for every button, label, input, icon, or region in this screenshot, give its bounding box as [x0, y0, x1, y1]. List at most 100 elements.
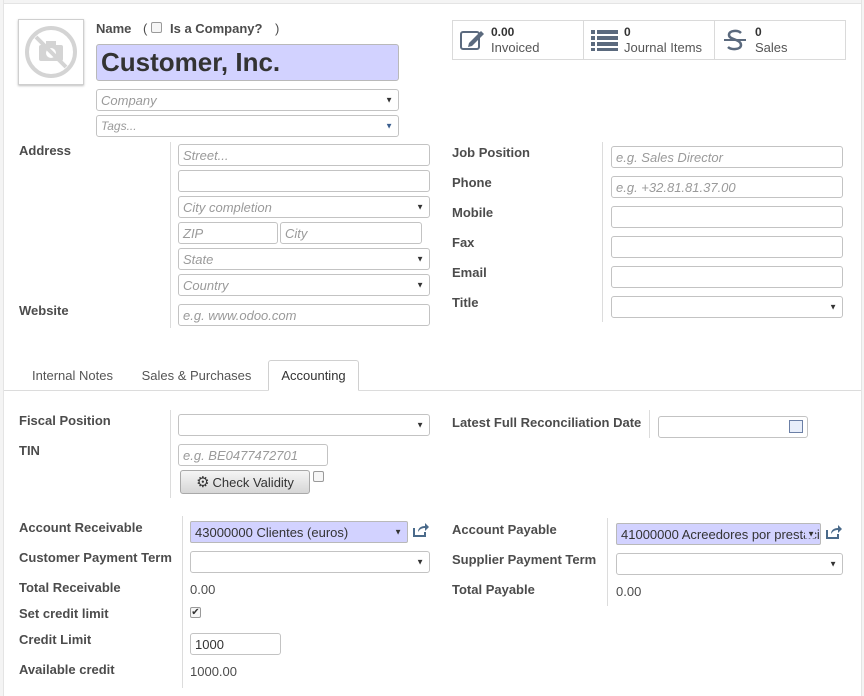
- phone-label: Phone: [452, 175, 492, 190]
- customer-payment-term-label: Customer Payment Term: [19, 550, 172, 565]
- check-validity-button[interactable]: ⚙ Check Validity: [180, 470, 310, 494]
- total-payable-value: 0.00: [616, 584, 642, 599]
- journal-items-label: Journal Items: [624, 39, 703, 55]
- payable-divider: [607, 518, 608, 606]
- credit-limit-label: Credit Limit: [19, 632, 92, 647]
- supplier-payment-term-select[interactable]: ▼: [616, 553, 843, 575]
- credit-limit-input[interactable]: 1000: [190, 633, 281, 655]
- dropdown-arrow-icon: ▼: [416, 420, 424, 430]
- dropdown-arrow-icon: ▼: [416, 202, 424, 212]
- fax-input[interactable]: [611, 236, 843, 258]
- total-payable-label: Total Payable: [452, 582, 535, 597]
- website-input[interactable]: e.g. www.odoo.com: [178, 304, 430, 326]
- external-link-icon[interactable]: [825, 524, 842, 544]
- calendar-icon[interactable]: [789, 420, 803, 433]
- email-label: Email: [452, 265, 487, 280]
- account-receivable-select[interactable]: 43000000 Clientes (euros) ▼: [190, 521, 408, 543]
- phone-input[interactable]: e.g. +32.81.81.37.00: [611, 176, 843, 198]
- tab-accounting-label: Accounting: [281, 368, 346, 383]
- job-position-placeholder: e.g. Sales Director: [616, 149, 723, 165]
- mobile-input[interactable]: [611, 206, 843, 228]
- zip-placeholder: ZIP: [183, 225, 204, 241]
- chevron-down-icon: ▼: [385, 121, 393, 131]
- zip-input[interactable]: ZIP: [178, 222, 278, 244]
- city-completion-select[interactable]: City completion ▼: [178, 196, 430, 218]
- sales-value: 0: [755, 24, 762, 39]
- address-divider: [170, 142, 171, 328]
- job-position-label: Job Position: [452, 145, 530, 160]
- city-completion-placeholder: City completion: [183, 199, 272, 215]
- tab-internal-notes-label: Internal Notes: [32, 368, 113, 383]
- account-payable-select[interactable]: 41000000 Acreedores por prestaciones de …: [616, 523, 821, 545]
- journal-items-value: 0: [624, 24, 631, 39]
- dropdown-arrow-icon: ▼: [829, 302, 837, 312]
- latest-reconciliation-date-input[interactable]: [658, 416, 808, 438]
- dropdown-arrow-icon: ▼: [385, 95, 393, 105]
- vies-checkbox[interactable]: [313, 471, 324, 482]
- is-company-close-paren: ): [275, 21, 280, 36]
- no-camera-icon: [25, 26, 77, 78]
- name-input[interactable]: Customer, Inc.: [96, 44, 399, 81]
- city-input[interactable]: City: [280, 222, 422, 244]
- invoiced-label: Invoiced: [491, 39, 540, 55]
- available-credit-label: Available credit: [19, 662, 115, 677]
- is-company-checkbox[interactable]: [151, 22, 162, 33]
- tags-input[interactable]: Tags... ▼: [96, 115, 399, 137]
- strikethrough-s-icon: [724, 29, 746, 51]
- fiscal-position-select[interactable]: ▼: [178, 414, 430, 436]
- title-label: Title: [452, 295, 479, 310]
- dropdown-arrow-icon: ▼: [416, 557, 424, 567]
- contact-divider: [602, 142, 603, 322]
- account-payable-label: Account Payable: [452, 522, 557, 537]
- website-label: Website: [19, 303, 69, 318]
- job-position-input[interactable]: e.g. Sales Director: [611, 146, 843, 168]
- total-receivable-label: Total Receivable: [19, 580, 121, 595]
- dropdown-arrow-icon: ▼: [829, 559, 837, 569]
- tab-internal-notes[interactable]: Internal Notes: [20, 360, 125, 391]
- account-receivable-value: 43000000 Clientes (euros): [195, 524, 349, 540]
- journal-items-button[interactable]: 0 Journal Items: [583, 20, 715, 60]
- tab-accounting[interactable]: Accounting: [268, 360, 359, 391]
- website-placeholder: e.g. www.odoo.com: [183, 307, 297, 323]
- phone-placeholder: e.g. +32.81.81.37.00: [616, 179, 736, 195]
- invoiced-button[interactable]: 0.00 Invoiced: [452, 20, 584, 60]
- latest-reconciliation-label: Latest Full Reconciliation Date: [452, 415, 642, 430]
- is-company-open-paren: (: [143, 21, 148, 36]
- invoiced-value: 0.00: [491, 24, 515, 39]
- tab-sales-purchases-label: Sales & Purchases: [141, 368, 252, 383]
- external-link-icon[interactable]: [412, 522, 429, 542]
- frame-left: [0, 0, 4, 696]
- account-receivable-label: Account Receivable: [19, 520, 143, 535]
- receivable-divider: [182, 516, 183, 688]
- dropdown-arrow-icon: ▼: [394, 527, 402, 537]
- fax-label: Fax: [452, 235, 475, 250]
- email-input[interactable]: [611, 266, 843, 288]
- dropdown-arrow-icon: ▼: [416, 280, 424, 290]
- tin-input[interactable]: e.g. BE0477472701: [178, 444, 328, 466]
- country-select[interactable]: Country ▼: [178, 274, 430, 296]
- title-select[interactable]: ▼: [611, 296, 843, 318]
- avatar-image[interactable]: [18, 19, 84, 85]
- account-payable-value: 41000000 Acreedores por prestaciones de …: [621, 526, 820, 542]
- city-placeholder: City: [285, 225, 308, 241]
- street-input[interactable]: Street...: [178, 144, 430, 166]
- address-label: Address: [19, 143, 72, 158]
- state-select[interactable]: State ▼: [178, 248, 430, 270]
- name-label: Name: [96, 21, 132, 36]
- state-placeholder: State: [183, 251, 214, 267]
- check-validity-label: Check Validity: [212, 474, 294, 490]
- street2-input[interactable]: [178, 170, 430, 192]
- is-company-label: Is a Company?: [170, 21, 263, 36]
- available-credit-value: 1000.00: [190, 664, 237, 679]
- fiscal-position-label: Fiscal Position: [19, 413, 111, 428]
- tin-label: TIN: [19, 443, 40, 458]
- company-select[interactable]: Company ▼: [96, 89, 399, 111]
- credit-limit-value: 1000: [195, 636, 224, 652]
- tags-placeholder: Tags...: [101, 119, 137, 133]
- sales-button[interactable]: 0 Sales: [714, 20, 846, 60]
- pencil-square-icon: [460, 31, 484, 50]
- customer-payment-term-select[interactable]: ▼: [190, 551, 430, 573]
- set-credit-limit-checkbox[interactable]: ✔: [190, 607, 201, 618]
- list-icon: [591, 30, 618, 51]
- tab-sales-purchases[interactable]: Sales & Purchases: [130, 360, 263, 391]
